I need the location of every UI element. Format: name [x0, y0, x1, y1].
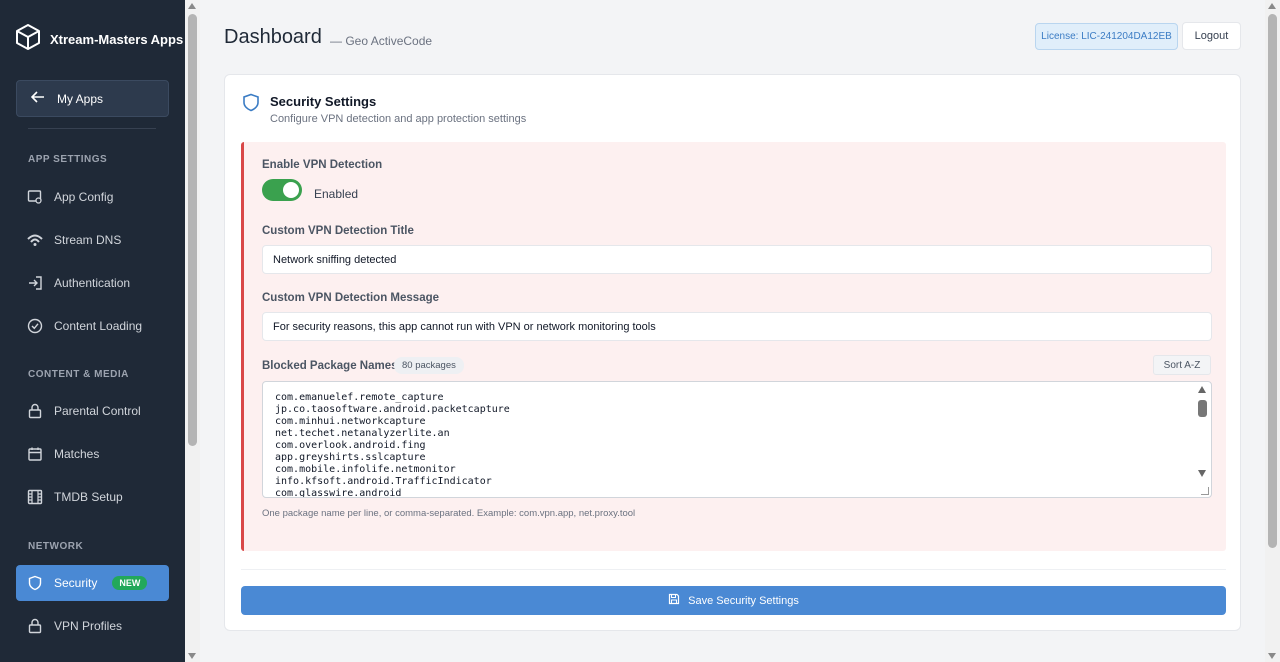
sidebar-item-label: Matches [54, 447, 100, 461]
my-apps-button[interactable]: My Apps [16, 80, 169, 117]
calendar-icon [27, 446, 43, 462]
lock-icon [27, 618, 43, 634]
scroll-up-arrow-icon[interactable] [188, 3, 196, 9]
sidebar-item-tmdb-setup[interactable]: TMDB Setup [16, 479, 169, 515]
package-line: com.overlook.android.fing [275, 440, 426, 451]
package-line: net.techet.netanalyzerlite.an [275, 428, 450, 439]
scroll-up-arrow-icon[interactable] [1198, 386, 1206, 393]
brand[interactable]: Xtream-Masters Apps [16, 24, 183, 55]
blocked-packages-label: Blocked Package Names [262, 360, 398, 372]
sidebar-item-app-config[interactable]: App Config [16, 179, 169, 215]
card-title: Security Settings [270, 94, 377, 109]
license-badge[interactable]: License: LIC-241204DA12EB [1035, 23, 1178, 50]
card-subtitle: Configure VPN detection and app protecti… [270, 113, 527, 125]
save-icon [668, 593, 680, 608]
card-divider [241, 569, 1226, 570]
blocked-packages-helper: One package name per line, or comma-sepa… [262, 508, 636, 519]
sidebar-scrollbar[interactable] [185, 0, 200, 662]
new-badge: NEW [112, 576, 148, 590]
package-line: com.glasswire.android [275, 488, 402, 498]
sidebar-item-label: Stream DNS [54, 233, 122, 247]
package-line: info.kfsoft.android.TrafficIndicator [275, 476, 492, 487]
login-icon [27, 275, 43, 291]
custom-title-label: Custom VPN Detection Title [262, 225, 414, 237]
sidebar: Xtream-Masters Apps My Apps APP SETTINGS… [0, 0, 185, 662]
textarea-scroll-thumb[interactable] [1198, 400, 1207, 417]
shield-icon [27, 575, 43, 591]
my-apps-label: My Apps [57, 91, 104, 106]
vpn-detection-state: Enabled [314, 187, 359, 201]
package-list: com.emanuelef.remote_capture jp.co.taoso… [275, 392, 510, 498]
app-config-icon [27, 189, 43, 205]
custom-title-input[interactable]: Network sniffing detected [262, 245, 1212, 274]
scroll-down-arrow-icon[interactable] [1268, 653, 1276, 659]
brand-name: Xtream-Masters Apps [50, 32, 184, 47]
sidebar-item-label: Authentication [54, 276, 131, 290]
film-icon [27, 489, 43, 505]
blocked-packages-textarea[interactable]: com.emanuelef.remote_capture jp.co.taoso… [262, 381, 1212, 498]
sidebar-item-content-loading[interactable]: Content Loading [16, 308, 169, 344]
section-title-app-settings: APP SETTINGS [28, 154, 108, 165]
page-scrollbar[interactable] [1265, 0, 1280, 662]
toggle-knob [283, 182, 299, 198]
package-line: com.minhui.networkcapture [275, 416, 426, 427]
textarea-scrollbar[interactable] [1197, 384, 1208, 495]
scroll-up-arrow-icon[interactable] [1268, 3, 1276, 9]
page-subtitle: — Geo ActiveCode [330, 34, 433, 48]
package-line: jp.co.taosoftware.android.packetcapture [275, 404, 510, 415]
scroll-down-arrow-icon[interactable] [1198, 470, 1206, 477]
sidebar-item-label: TMDB Setup [54, 490, 123, 504]
save-button-label: Save Security Settings [688, 594, 799, 607]
sidebar-divider [28, 128, 156, 129]
vpn-detection-toggle[interactable] [262, 179, 302, 201]
section-title-content-media: CONTENT & MEDIA [28, 369, 129, 380]
package-count-badge: 80 packages [394, 357, 464, 374]
cube-logo-icon [16, 24, 40, 55]
lock-icon [27, 403, 43, 419]
sidebar-item-label: Security [54, 576, 98, 590]
sidebar-item-label: Parental Control [54, 404, 141, 418]
sidebar-item-stream-dns[interactable]: Stream DNS [16, 222, 169, 258]
custom-message-input[interactable]: For security reasons, this app cannot ru… [262, 312, 1212, 341]
scrollbar-thumb[interactable] [188, 14, 197, 446]
section-title-network: NETWORK [28, 541, 84, 552]
wifi-icon [27, 232, 43, 248]
sidebar-item-label: VPN Profiles [54, 619, 123, 633]
scroll-down-arrow-icon[interactable] [188, 653, 196, 659]
sidebar-item-authentication[interactable]: Authentication [16, 265, 169, 301]
sidebar-item-parental-control[interactable]: Parental Control [16, 393, 169, 429]
sidebar-item-vpn-profiles[interactable]: VPN Profiles [16, 608, 169, 644]
sidebar-item-label: Content Loading [54, 319, 143, 333]
check-circle-icon [27, 318, 43, 334]
custom-message-label: Custom VPN Detection Message [262, 292, 440, 304]
logout-button[interactable]: Logout [1182, 22, 1241, 50]
sidebar-item-label: App Config [54, 190, 114, 204]
arrow-left-icon [30, 91, 45, 106]
save-security-settings-button[interactable]: Save Security Settings [241, 586, 1226, 615]
resize-handle-icon[interactable] [1201, 487, 1209, 495]
vpn-detection-panel: Enable VPN Detection Enabled Custom VPN … [241, 142, 1226, 551]
sidebar-item-matches[interactable]: Matches [16, 436, 169, 472]
vpn-detection-label: Enable VPN Detection [262, 159, 383, 171]
sort-az-button[interactable]: Sort A-Z [1153, 355, 1211, 375]
package-line: com.mobile.infolife.netmonitor [275, 464, 456, 475]
shield-icon [242, 93, 260, 117]
sidebar-item-security[interactable]: Security NEW [16, 565, 169, 601]
package-line: com.emanuelef.remote_capture [275, 392, 444, 403]
security-settings-card: Security Settings Configure VPN detectio… [224, 74, 1241, 631]
scrollbar-thumb[interactable] [1268, 14, 1277, 548]
page-title: Dashboard [224, 26, 322, 48]
package-line: app.greyshirts.sslcapture [275, 452, 426, 463]
